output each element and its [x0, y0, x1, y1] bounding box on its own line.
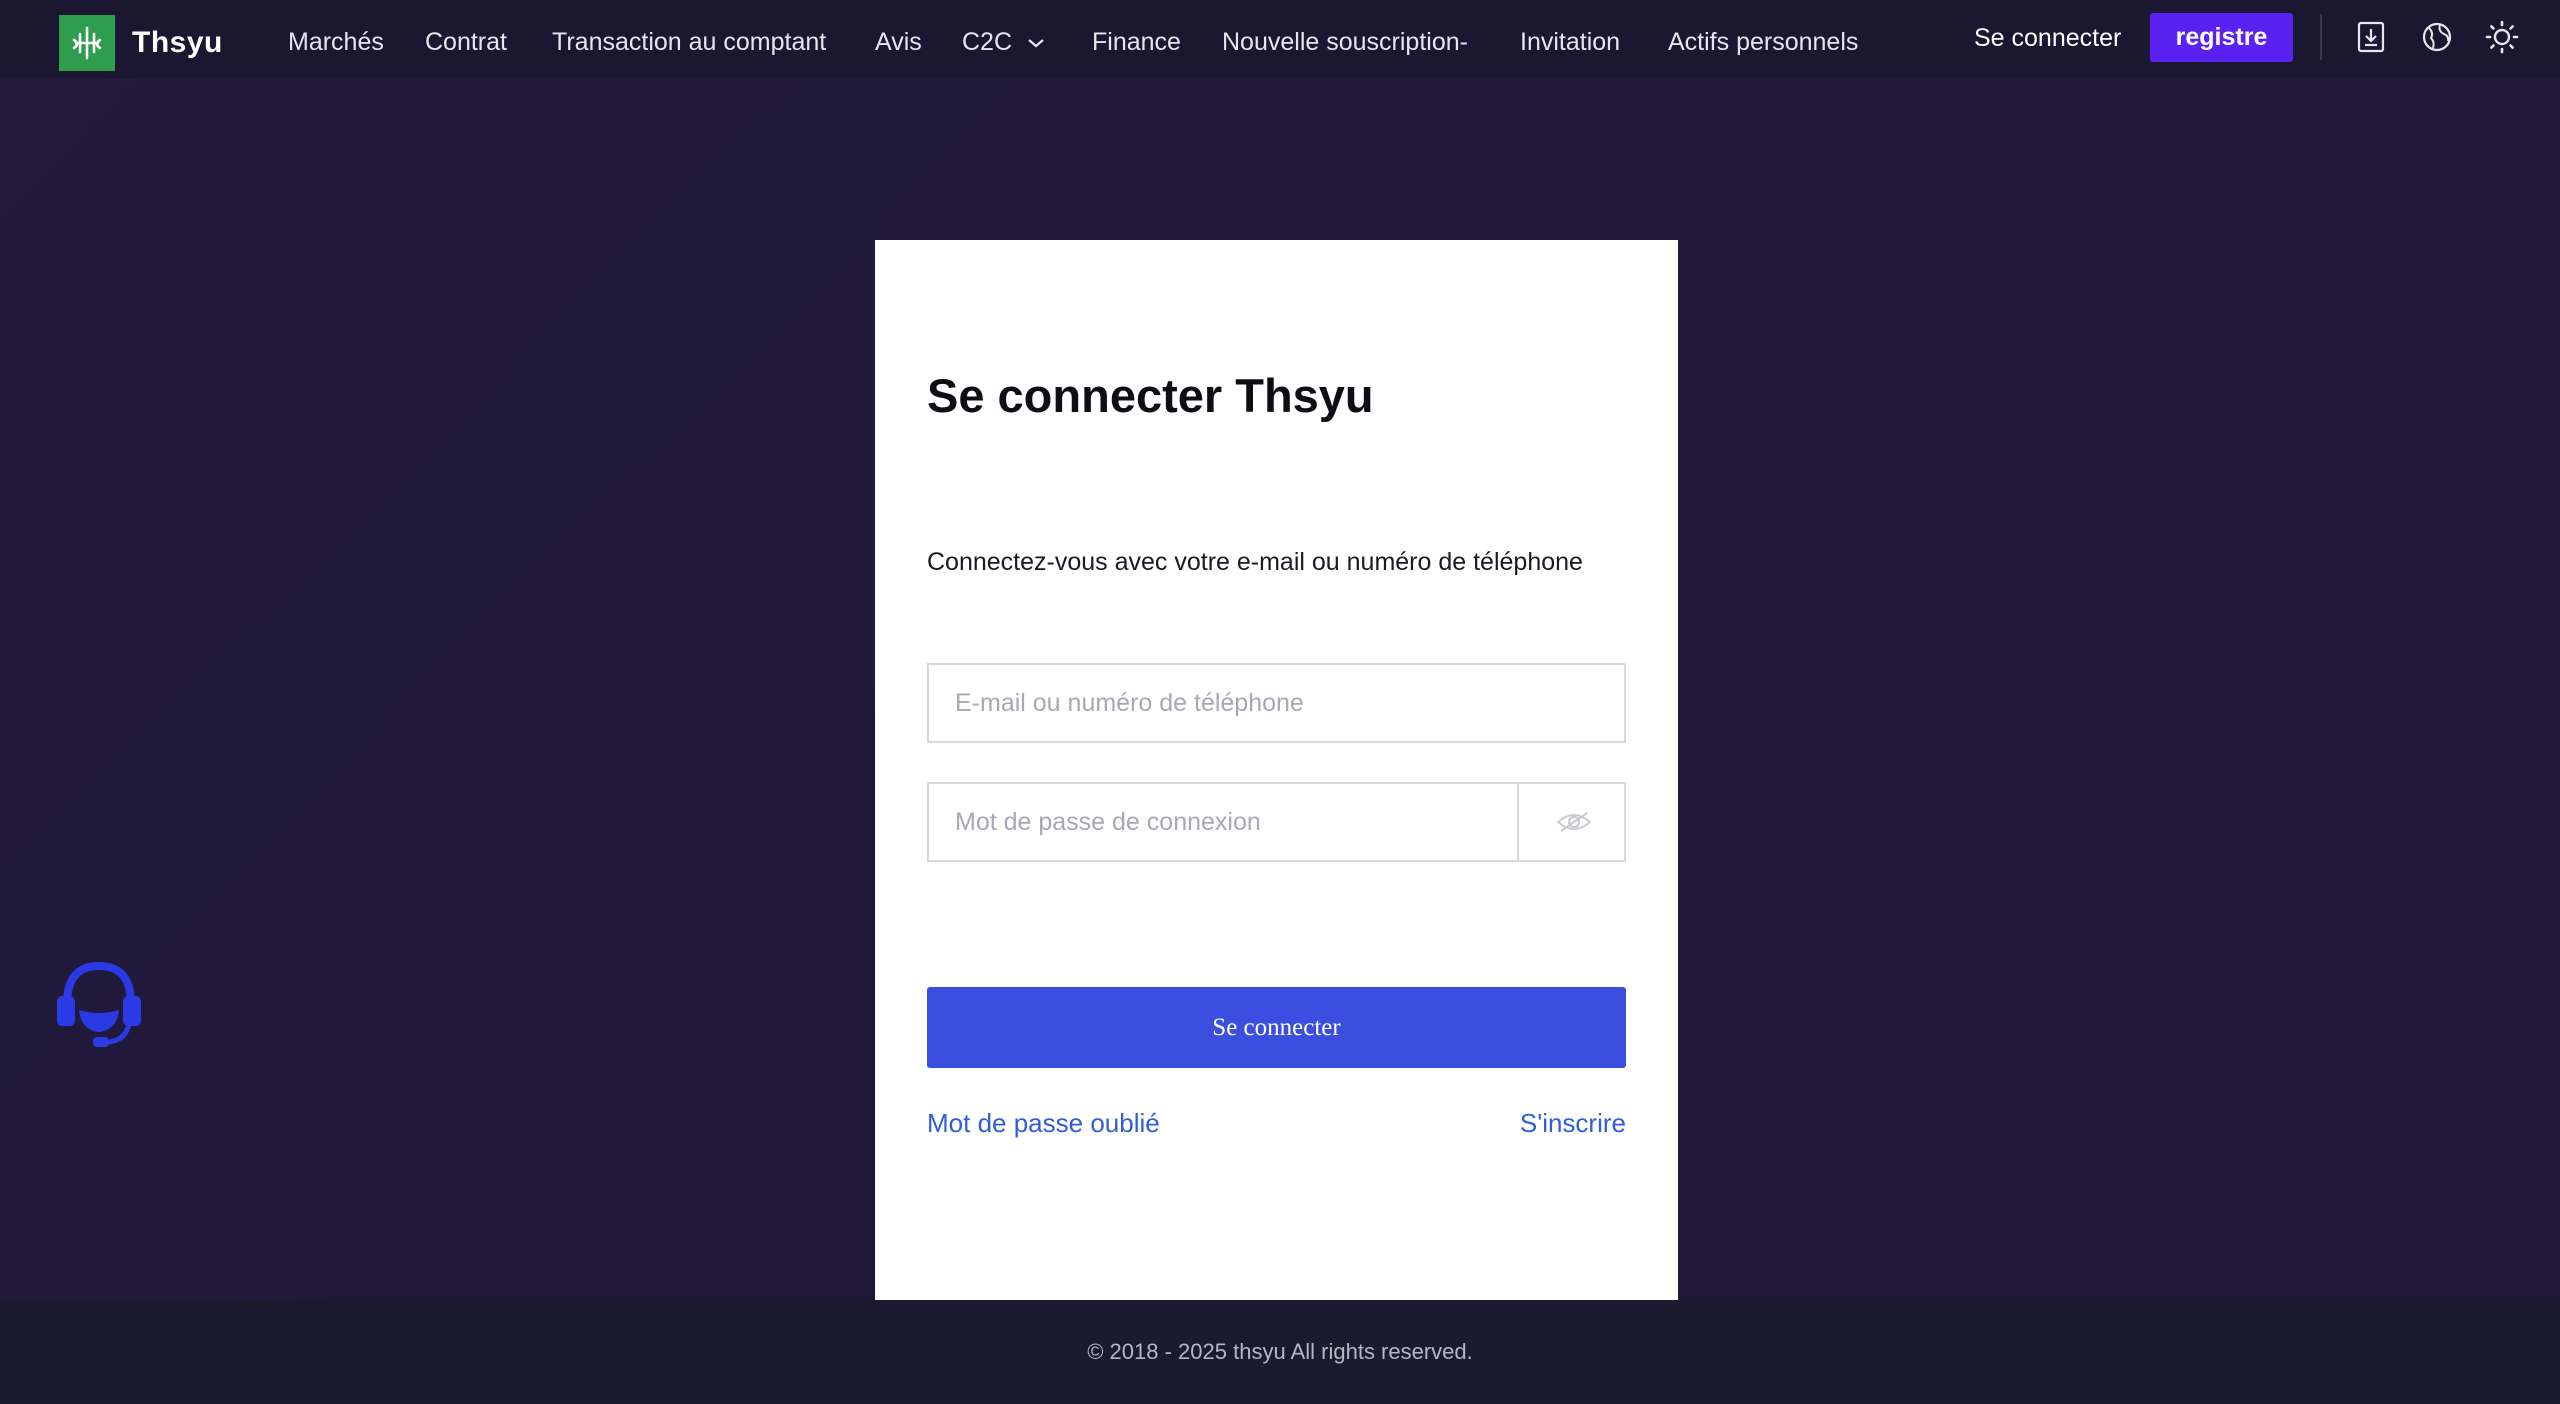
nav-reviews[interactable]: Avis	[875, 28, 922, 57]
forgot-password-link[interactable]: Mot de passe oublié	[927, 1108, 1160, 1139]
login-card: Se connecter Thsyu Connectez-vous avec v…	[875, 240, 1678, 1300]
header-login-button[interactable]: Se connecter	[1974, 24, 2121, 53]
nav-personal-assets[interactable]: Actifs personnels	[1668, 28, 1858, 57]
login-subtitle: Connectez-vous avec votre e-mail ou numé…	[927, 548, 1583, 576]
nav-markets[interactable]: Marchés	[288, 28, 384, 57]
download-icon[interactable]	[2354, 20, 2388, 54]
brand-name[interactable]: Thsyu	[132, 26, 223, 60]
sun-icon[interactable]	[2485, 20, 2519, 54]
password-field-group	[927, 782, 1626, 862]
register-button[interactable]: registre	[2150, 13, 2293, 62]
top-navbar: Thsyu Marchés Contrat Transaction au com…	[0, 0, 2560, 78]
copyright-text: © 2018 - 2025 thsyu All rights reserved.	[1087, 1339, 1473, 1364]
email-field[interactable]	[927, 663, 1626, 743]
nav-new-subscription[interactable]: Nouvelle souscription-	[1222, 28, 1468, 57]
page-title: Se connecter Thsyu	[927, 369, 1374, 422]
chevron-down-icon	[1028, 39, 1044, 48]
toggle-password-visibility-button[interactable]	[1521, 784, 1626, 860]
nav-spot-trading[interactable]: Transaction au comptant	[552, 28, 826, 57]
login-submit-button[interactable]: Se connecter	[927, 987, 1626, 1068]
nav-c2c-label: C2C	[962, 28, 1013, 56]
eye-off-icon	[1555, 812, 1592, 832]
header-divider	[2320, 14, 2322, 60]
signup-link[interactable]: S'inscrire	[1520, 1108, 1626, 1139]
nav-finance[interactable]: Finance	[1092, 28, 1181, 57]
customer-support-icon[interactable]	[55, 958, 143, 1048]
globe-icon[interactable]	[2420, 20, 2454, 54]
nav-contract[interactable]: Contrat	[425, 28, 507, 57]
brand-logo[interactable]	[59, 15, 115, 71]
nav-c2c-dropdown[interactable]: C2C	[962, 28, 1045, 57]
nav-invitation[interactable]: Invitation	[1520, 28, 1620, 57]
logo-icon	[72, 26, 102, 60]
footer: © 2018 - 2025 thsyu All rights reserved.	[0, 1300, 2560, 1404]
password-field[interactable]	[929, 784, 1519, 860]
